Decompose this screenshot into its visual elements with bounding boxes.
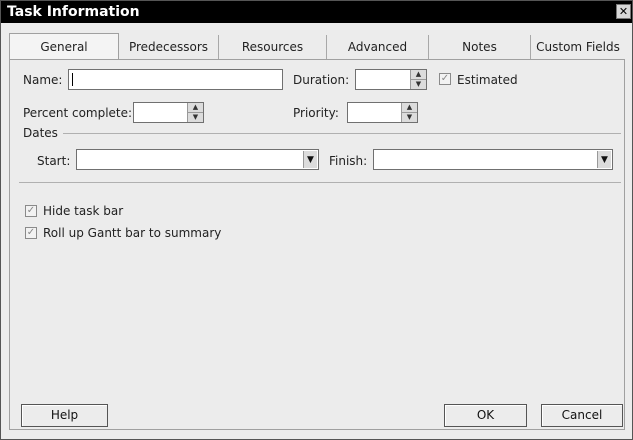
tab-resources[interactable]: Resources [219,35,327,59]
finish-date-select[interactable]: ▼ [373,149,613,170]
priority-stepper[interactable]: ▲ ▼ [347,102,418,123]
percent-complete-label: Percent complete: [23,106,133,120]
spin-up-icon[interactable]: ▲ [411,70,426,80]
spin-up-icon[interactable]: ▲ [402,103,417,113]
percent-spin-buttons[interactable]: ▲ ▼ [187,103,203,122]
tab-notes[interactable]: Notes [429,35,531,59]
title-bar: Task Information ✕ [1,1,632,23]
close-icon[interactable]: ✕ [616,4,631,19]
spin-up-icon[interactable]: ▲ [188,103,203,113]
task-information-dialog: Task Information ✕ General Predecessors … [0,0,633,440]
percent-complete-stepper[interactable]: ▲ ▼ [133,102,204,123]
estimated-label: Estimated [457,73,518,87]
priority-spin-buttons[interactable]: ▲ ▼ [401,103,417,122]
duration-stepper[interactable]: ▲ ▼ [355,69,427,90]
estimated-checkbox[interactable]: ✓ [439,73,451,85]
chevron-down-icon[interactable]: ▼ [303,151,317,168]
help-button[interactable]: Help [21,404,108,427]
roll-up-gantt-label: Roll up Gantt bar to summary [43,226,222,240]
duration-label: Duration: [293,73,350,87]
tab-row: General Predecessors Resources Advanced … [9,33,625,59]
spin-down-icon[interactable]: ▼ [188,113,203,123]
tab-general[interactable]: General [9,33,119,59]
priority-label: Priority: [293,106,339,120]
spin-down-icon[interactable]: ▼ [402,113,417,123]
name-label: Name: [23,73,63,87]
duration-spin-buttons[interactable]: ▲ ▼ [410,70,426,89]
chevron-down-icon[interactable]: ▼ [597,151,611,168]
finish-label: Finish: [329,154,368,168]
ok-button[interactable]: OK [444,404,527,427]
tab-predecessors[interactable]: Predecessors [119,35,219,59]
hide-task-bar-label: Hide task bar [43,204,124,218]
cancel-button[interactable]: Cancel [541,404,623,427]
tab-advanced[interactable]: Advanced [327,35,429,59]
tab-custom-fields[interactable]: Custom Fields [531,35,625,59]
name-field[interactable] [68,69,283,90]
hide-task-bar-checkbox[interactable]: ✓ [25,205,37,217]
dates-separator [63,133,621,134]
dates-group-label: Dates [23,126,58,140]
roll-up-gantt-checkbox[interactable]: ✓ [25,227,37,239]
start-date-select[interactable]: ▼ [76,149,319,170]
dialog-title: Task Information [7,4,140,20]
section-separator [19,182,621,183]
spin-down-icon[interactable]: ▼ [411,80,426,90]
text-caret [72,73,73,86]
start-label: Start: [37,154,71,168]
